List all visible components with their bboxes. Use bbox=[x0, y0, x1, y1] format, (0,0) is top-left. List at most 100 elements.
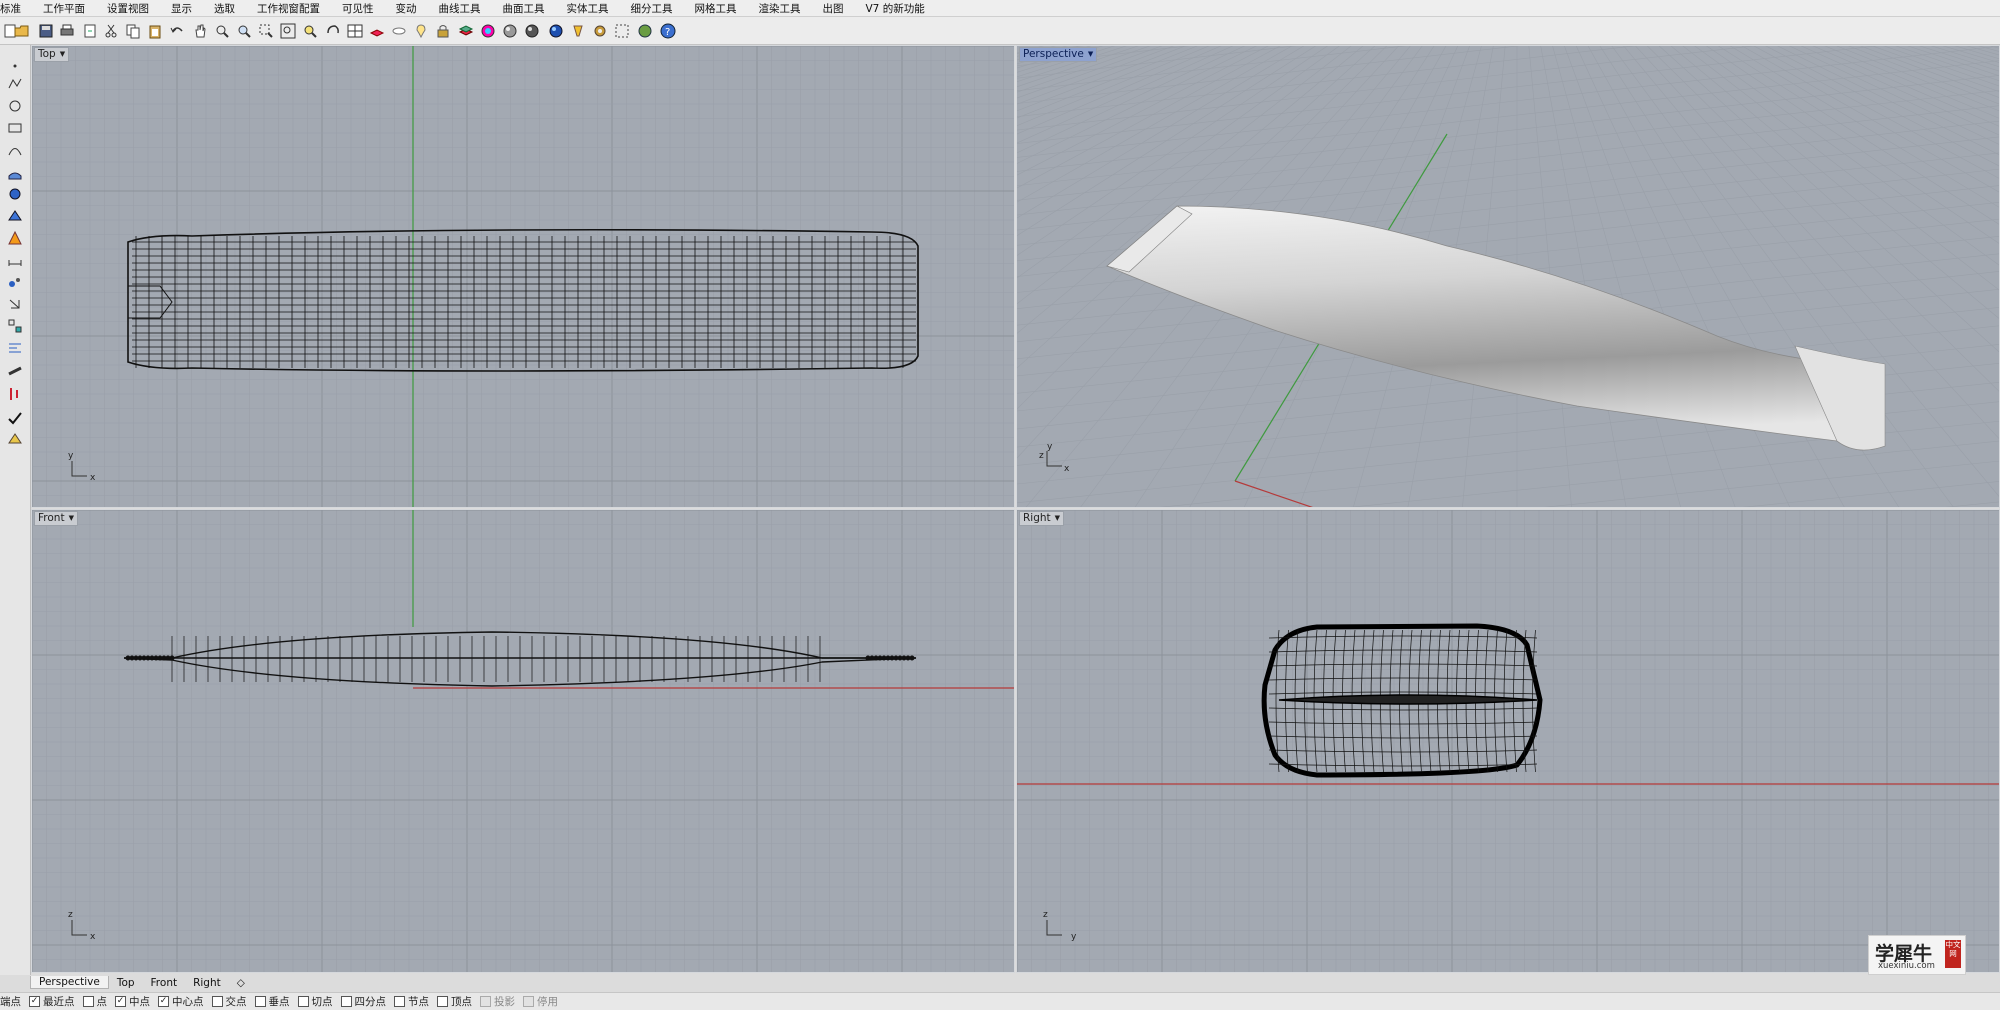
copy-icon[interactable] bbox=[123, 21, 142, 40]
tab-top[interactable]: Top bbox=[109, 977, 143, 989]
analyze-icon[interactable] bbox=[2, 273, 28, 291]
checkbox-icon[interactable] bbox=[115, 996, 126, 1007]
surface-icon[interactable] bbox=[2, 165, 28, 183]
explode-icon[interactable] bbox=[2, 229, 28, 247]
viewport-label-front[interactable]: Front ▼ bbox=[34, 511, 78, 526]
osnap-11[interactable]: 投影 bbox=[480, 994, 515, 1009]
menu-item[interactable]: 选取 bbox=[203, 1, 246, 16]
four-viewports-icon[interactable] bbox=[345, 21, 364, 40]
viewport-front[interactable]: z x Front ▼ bbox=[31, 509, 1015, 973]
pan-hand-icon[interactable] bbox=[190, 21, 209, 40]
checkbox-icon[interactable] bbox=[297, 996, 309, 1007]
osnap-12[interactable]: 停用 bbox=[523, 994, 558, 1009]
zoom-extents-icon[interactable] bbox=[278, 21, 297, 40]
zoom-window-icon[interactable] bbox=[256, 21, 275, 40]
menu-item[interactable]: 出图 bbox=[812, 1, 855, 16]
color-wheel-icon[interactable] bbox=[478, 21, 497, 40]
globe-render-icon[interactable] bbox=[635, 21, 654, 40]
tab-right[interactable]: Right bbox=[185, 977, 229, 989]
zoom-dynamic-icon[interactable] bbox=[212, 21, 231, 40]
mesh-icon[interactable] bbox=[2, 207, 28, 225]
menu-item[interactable]: 渲染工具 bbox=[748, 1, 812, 16]
menu-item[interactable]: 曲面工具 bbox=[492, 1, 556, 16]
osnap-10[interactable]: 顶点 bbox=[437, 994, 472, 1009]
menu-item[interactable]: V7 的新功能 bbox=[855, 1, 936, 16]
cut-icon[interactable] bbox=[101, 21, 120, 40]
material-sphere-icon[interactable] bbox=[500, 21, 519, 40]
dropdown-arrow-icon[interactable]: ▼ bbox=[1088, 48, 1093, 61]
dropdown-arrow-icon[interactable]: ▼ bbox=[1055, 512, 1060, 525]
render-icon[interactable] bbox=[2, 430, 28, 448]
osnap-6[interactable]: 垂点 bbox=[254, 994, 290, 1009]
point-icon[interactable] bbox=[2, 57, 28, 75]
print-icon[interactable] bbox=[57, 21, 76, 40]
checkbox-icon[interactable] bbox=[340, 996, 352, 1007]
import-icon[interactable] bbox=[80, 21, 99, 40]
menu-item[interactable]: 变动 bbox=[385, 1, 428, 16]
help-icon[interactable]: ? bbox=[658, 21, 677, 40]
menu-item[interactable]: 工作视窗配置 bbox=[246, 1, 331, 16]
checkbox-icon[interactable] bbox=[480, 996, 491, 1007]
menu-item[interactable]: 细分工具 bbox=[620, 1, 684, 16]
layer-icon[interactable] bbox=[456, 21, 475, 40]
osnap-7[interactable]: 切点 bbox=[297, 994, 333, 1009]
osnap-3[interactable]: 中点 bbox=[115, 994, 150, 1009]
checkbox-icon[interactable] bbox=[211, 996, 223, 1007]
measure-icon[interactable] bbox=[2, 385, 28, 403]
viewport-right[interactable]: z y Right ▼ bbox=[1016, 509, 2000, 973]
dimension-icon[interactable] bbox=[2, 251, 28, 269]
show-icon[interactable] bbox=[411, 21, 430, 40]
tab-front[interactable]: Front bbox=[143, 977, 186, 989]
array-icon[interactable] bbox=[2, 317, 28, 335]
blue-sphere-icon[interactable] bbox=[546, 21, 565, 40]
solid-icon[interactable] bbox=[2, 185, 28, 203]
text-icon[interactable] bbox=[2, 363, 28, 381]
checkbox-icon[interactable] bbox=[254, 996, 266, 1007]
polyline-icon[interactable] bbox=[2, 75, 28, 93]
osnap-4[interactable]: 中心点 bbox=[158, 994, 204, 1009]
menu-item[interactable]: 显示 bbox=[160, 1, 203, 16]
grid-snap-icon[interactable] bbox=[612, 21, 631, 40]
menu-item[interactable]: 工作平面 bbox=[32, 1, 96, 16]
curve-icon[interactable] bbox=[2, 141, 28, 159]
light-icon[interactable] bbox=[568, 21, 587, 40]
add-viewport-tab-icon[interactable]: ◇ bbox=[229, 977, 253, 989]
rectangle-icon[interactable] bbox=[2, 119, 28, 137]
osnap-1[interactable]: 最近点 bbox=[29, 994, 75, 1009]
viewport-label-perspective[interactable]: Perspective ▼ bbox=[1019, 47, 1098, 62]
render-sphere-icon[interactable] bbox=[522, 21, 541, 40]
checkbox-icon[interactable] bbox=[158, 996, 169, 1007]
osnap-0[interactable]: 端点 bbox=[0, 994, 21, 1009]
checkbox-icon[interactable] bbox=[437, 996, 448, 1007]
transform-icon[interactable] bbox=[2, 295, 28, 313]
circle-icon[interactable] bbox=[2, 97, 28, 115]
undo-icon[interactable] bbox=[167, 21, 186, 40]
dropdown-arrow-icon[interactable]: ▼ bbox=[60, 48, 65, 61]
menu-item[interactable]: 网格工具 bbox=[684, 1, 748, 16]
save-icon[interactable] bbox=[36, 21, 55, 40]
open-icon[interactable] bbox=[12, 21, 31, 40]
viewport-label-right[interactable]: Right ▼ bbox=[1019, 511, 1065, 526]
viewport-perspective[interactable]: y x z Perspective ▼ bbox=[1016, 45, 2000, 508]
checkbox-icon[interactable] bbox=[29, 996, 40, 1007]
zoom-selected-icon[interactable] bbox=[300, 21, 319, 40]
zoom-in-icon[interactable] bbox=[234, 21, 253, 40]
osnap-9[interactable]: 节点 bbox=[394, 994, 429, 1009]
menu-item[interactable]: 可见性 bbox=[331, 1, 385, 16]
gear-options-icon[interactable] bbox=[590, 21, 609, 40]
menu-item[interactable]: 曲线工具 bbox=[428, 1, 492, 16]
cplane-icon[interactable] bbox=[367, 21, 386, 40]
lock-icon[interactable] bbox=[433, 21, 452, 40]
paste-icon[interactable] bbox=[145, 21, 164, 40]
tab-perspective[interactable]: Perspective bbox=[30, 976, 109, 989]
align-icon[interactable] bbox=[2, 339, 28, 357]
menu-item[interactable]: 标准 bbox=[0, 1, 32, 16]
checkbox-icon[interactable] bbox=[523, 996, 534, 1007]
osnap-2[interactable]: 点 bbox=[82, 994, 107, 1009]
dropdown-arrow-icon[interactable]: ▼ bbox=[69, 512, 74, 525]
osnap-5[interactable]: 交点 bbox=[211, 994, 247, 1009]
viewport-top[interactable]: y x Top ▼ bbox=[31, 45, 1015, 508]
check-icon[interactable] bbox=[2, 409, 28, 427]
hide-icon[interactable] bbox=[389, 21, 408, 40]
viewport-label-top[interactable]: Top ▼ bbox=[34, 47, 70, 62]
